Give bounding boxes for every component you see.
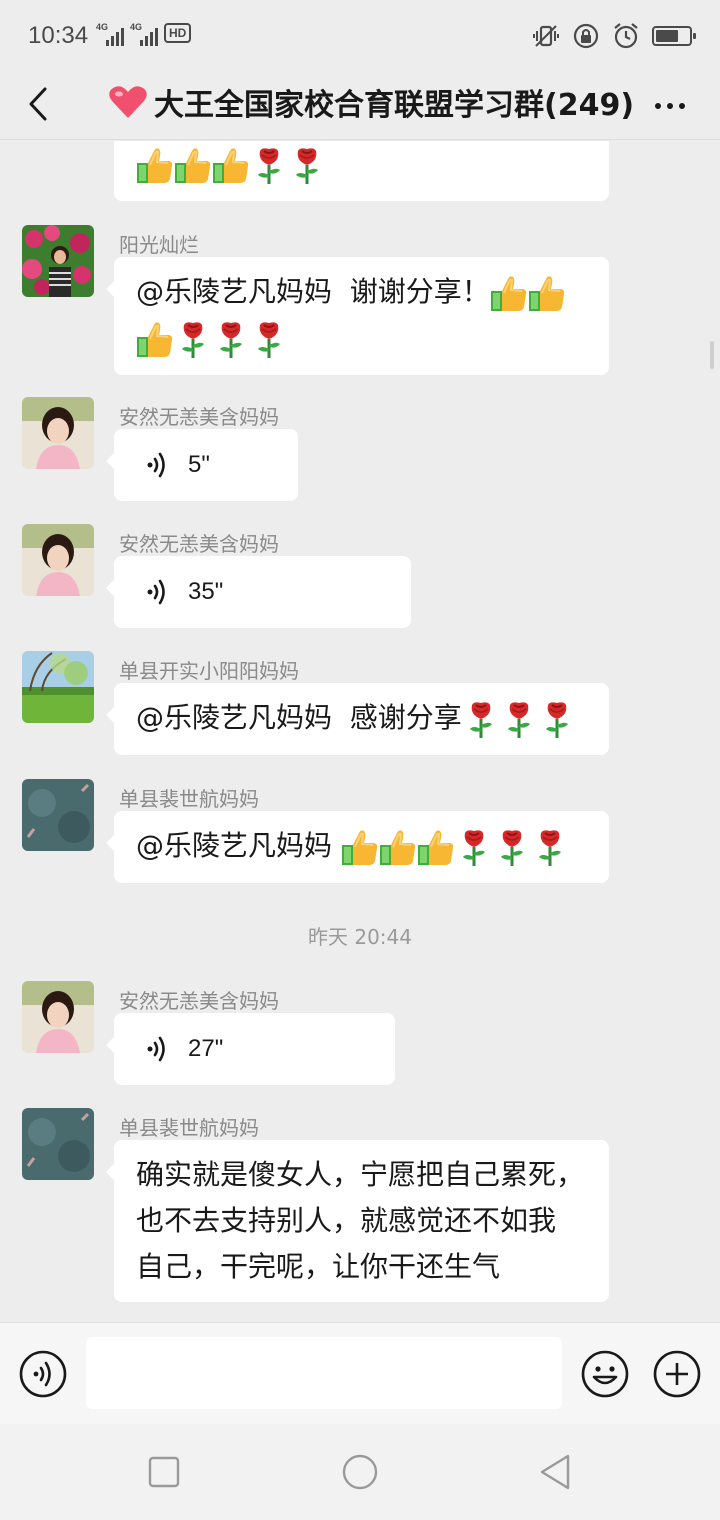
message-text: @乐陵艺凡妈妈 感谢分享 — [136, 701, 462, 734]
message-bubble[interactable]: @乐陵艺凡妈妈 — [106, 811, 609, 883]
sender-name: 安然无恙美含妈妈 — [119, 989, 279, 1013]
system-nav-bar — [0, 1424, 720, 1520]
thumbs-up-icon — [136, 145, 174, 185]
voice-duration: 5" — [188, 451, 210, 478]
avatar[interactable] — [22, 524, 94, 596]
input-bar — [0, 1322, 720, 1424]
sender-name: 单县开实小阳阳妈妈 — [119, 659, 299, 683]
avatar[interactable] — [22, 1108, 94, 1180]
voice-player: 5" — [114, 429, 298, 501]
rose-icon — [538, 699, 576, 739]
thumbs-up-icon — [136, 319, 174, 359]
lock-rotation-icon — [573, 23, 599, 49]
message-text-line: 自己，干完呢，让你干还生气 — [136, 1250, 501, 1283]
message-text: @乐陵艺凡妈妈 谢谢分享！ — [136, 275, 490, 308]
voice-wave-icon — [144, 450, 174, 480]
voice-mode-icon[interactable] — [18, 1349, 68, 1399]
back-triangle-icon[interactable] — [536, 1452, 576, 1492]
avatar[interactable] — [22, 651, 94, 723]
message-text-line: 确实就是傻女人，宁愿把自己累死， — [136, 1158, 585, 1191]
message-input[interactable] — [86, 1337, 562, 1409]
thumbs-up-icon — [174, 145, 212, 185]
voice-wave-icon — [144, 577, 174, 607]
thumbs-up-icon — [212, 145, 250, 185]
rose-icon — [500, 699, 538, 739]
rose-icon — [212, 319, 250, 359]
avatar[interactable] — [22, 225, 94, 297]
signal-1-icon: 4G — [96, 22, 124, 46]
thumbs-up-icon — [490, 273, 528, 313]
voice-message-bubble[interactable]: 35" — [106, 556, 411, 628]
status-bar: 10:34 4G 4G HD — [0, 0, 720, 72]
thumbs-up-icon — [341, 827, 379, 867]
message-bubble[interactable] — [114, 141, 609, 201]
sender-name: 安然无恙美含妈妈 — [119, 405, 279, 429]
sender-name: 阳光灿烂 — [119, 233, 199, 257]
voice-message-bubble[interactable]: 27" — [106, 1013, 395, 1085]
status-time: 10:34 — [28, 22, 89, 49]
thumbs-up-icon — [417, 827, 455, 867]
vibrate-icon — [533, 25, 559, 47]
message-text: @乐陵艺凡妈妈 — [136, 829, 341, 862]
sender-name: 单县裴世航妈妈 — [119, 1116, 259, 1140]
time-separator: 昨天 20:44 — [308, 925, 412, 949]
chevron-left-icon — [29, 87, 47, 121]
battery-icon — [652, 26, 696, 46]
rose-icon — [462, 699, 500, 739]
heart-icon — [109, 86, 147, 118]
back-button[interactable] — [18, 78, 58, 130]
more-dots-icon — [655, 103, 661, 109]
sender-name: 安然无恙美含妈妈 — [119, 532, 279, 556]
chat-title: 大王全国家校合育联盟学习群(249) — [154, 88, 635, 123]
voice-message-bubble[interactable]: 5" — [106, 429, 298, 501]
thumbs-up-icon — [528, 273, 566, 313]
rose-icon — [455, 827, 493, 867]
rose-icon — [531, 827, 569, 867]
message-bubble[interactable]: 确实就是傻女人，宁愿把自己累死， 也不去支持别人，就感觉还不如我 自己，干完呢，… — [106, 1140, 609, 1302]
voice-player: 35" — [114, 556, 411, 628]
thumbs-up-icon — [379, 827, 417, 867]
signal-2-icon: 4G — [130, 22, 158, 46]
chat-history[interactable]: 阳光灿烂 @乐陵艺凡妈妈 谢谢分享！ 安然无恙美含妈妈 5" 安然无恙美含妈妈 … — [0, 141, 720, 1321]
emoji-row — [136, 141, 587, 187]
status-right-icons — [532, 22, 696, 50]
scroll-indicator[interactable] — [710, 341, 714, 369]
rose-icon — [250, 319, 288, 359]
rose-icon — [288, 145, 326, 185]
avatar[interactable] — [22, 779, 94, 851]
avatar[interactable] — [22, 397, 94, 469]
voice-duration: 27" — [188, 1035, 224, 1062]
hd-badge: HD — [164, 23, 192, 43]
plus-icon[interactable] — [652, 1349, 702, 1399]
chat-title-wrap: 大王全国家校合育联盟学习群(249) — [108, 80, 634, 124]
network-indicators: 4G 4G — [96, 22, 158, 46]
sender-name: 单县裴世航妈妈 — [119, 787, 259, 811]
message-text-line: 也不去支持别人，就感觉还不如我 — [136, 1204, 557, 1237]
message-bubble[interactable]: @乐陵艺凡妈妈 感谢分享 — [106, 683, 609, 755]
rose-icon — [250, 145, 288, 185]
voice-duration: 35" — [188, 578, 224, 605]
alarm-icon — [614, 23, 638, 49]
chat-header: 大王全国家校合育联盟学习群(249) — [0, 72, 720, 140]
voice-wave-icon — [144, 1034, 174, 1064]
emoji-icon[interactable] — [580, 1349, 630, 1399]
recents-icon[interactable] — [144, 1452, 184, 1492]
voice-player: 27" — [114, 1013, 395, 1085]
rose-icon — [493, 827, 531, 867]
more-button[interactable] — [650, 84, 690, 128]
message-bubble[interactable]: @乐陵艺凡妈妈 谢谢分享！ — [106, 257, 609, 375]
avatar[interactable] — [22, 981, 94, 1053]
home-icon[interactable] — [340, 1452, 380, 1492]
rose-icon — [174, 319, 212, 359]
